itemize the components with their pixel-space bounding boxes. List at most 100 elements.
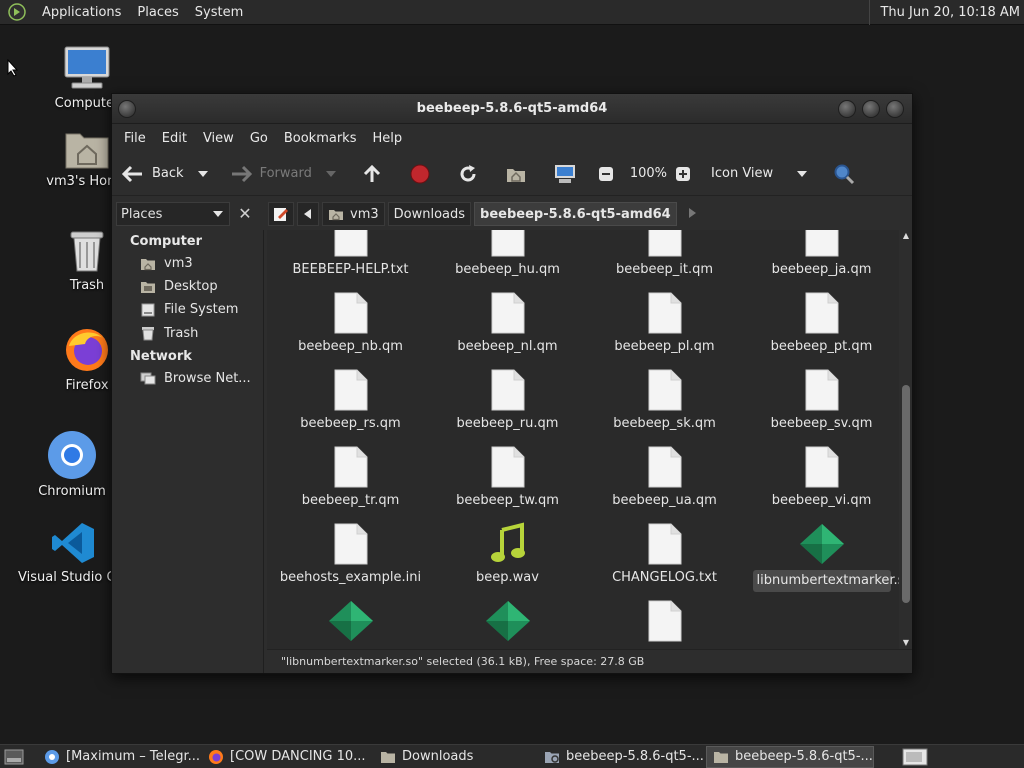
menu-edit[interactable]: Edit xyxy=(154,131,195,146)
places-dropdown[interactable]: Places xyxy=(116,202,230,226)
menu-view[interactable]: View xyxy=(195,131,242,146)
window-menu-button[interactable] xyxy=(118,100,136,118)
file-name: beebeep_ru.qm xyxy=(456,416,559,431)
sidebar-item-desktop[interactable]: Desktop xyxy=(140,279,218,294)
document-icon xyxy=(648,230,681,257)
back-history-dropdown[interactable] xyxy=(190,156,224,192)
breadcrumb-vm3[interactable]: vm3 xyxy=(322,202,385,226)
close-sidebar-button[interactable]: ✕ xyxy=(234,203,256,225)
sidebar-item-file-system[interactable]: File System xyxy=(140,302,238,317)
taskbar-item-downloads[interactable]: Downloads xyxy=(374,746,534,768)
close-button[interactable] xyxy=(886,100,904,118)
file-item[interactable]: beebeep_nl.qm xyxy=(429,291,586,354)
file-item[interactable]: libnumbertextmarker.so xyxy=(743,522,899,592)
file-item[interactable]: beebeep_ja.qm xyxy=(743,230,899,277)
file-name: beebeep_tw.qm xyxy=(456,493,559,508)
document-icon xyxy=(805,292,838,334)
top-panel: Applications Places System Thu Jun 20, 1… xyxy=(0,0,1024,25)
forward-history-dropdown[interactable] xyxy=(318,156,352,192)
taskbar-item-telegram[interactable]: [Maximum – Telegr... xyxy=(38,746,200,768)
sidebar-item-trash[interactable]: Trash xyxy=(140,325,198,341)
back-button[interactable]: Back xyxy=(116,156,190,192)
zoom-level[interactable]: 100% xyxy=(626,156,671,192)
forward-button[interactable]: Forward xyxy=(224,156,318,192)
scrollbar-thumb[interactable] xyxy=(902,385,910,603)
taskbar-item-firefox[interactable]: [COW DANCING 10... xyxy=(202,746,370,768)
file-name: beebeep_it.qm xyxy=(615,262,713,277)
menu-help[interactable]: Help xyxy=(364,131,410,146)
menu-bookmarks[interactable]: Bookmarks xyxy=(276,131,365,146)
file-item[interactable]: beebeep_rs.qm xyxy=(272,368,429,431)
breadcrumb-current-folder[interactable]: beebeep-5.8.6-qt5-amd64 xyxy=(474,202,677,226)
taskbar-item-beebeep-1[interactable]: beebeep-5.8.6-qt5-... xyxy=(538,746,704,768)
menubar: File Edit View Go Bookmarks Help xyxy=(112,124,912,152)
scroll-down-arrow[interactable]: ▼ xyxy=(900,637,912,649)
file-item[interactable]: beebeep_pl.qm xyxy=(586,291,743,354)
minimize-button[interactable] xyxy=(838,100,856,118)
menu-file[interactable]: File xyxy=(116,131,154,146)
sidebar-item-vm3[interactable]: vm3 xyxy=(140,256,193,271)
search-button[interactable] xyxy=(823,156,873,192)
file-item[interactable]: beebeep_sk.qm xyxy=(586,368,743,431)
document-icon xyxy=(491,292,524,334)
computer-button[interactable] xyxy=(544,156,594,192)
menu-go[interactable]: Go xyxy=(242,131,276,146)
clock[interactable]: Thu Jun 20, 10:18 AM xyxy=(869,0,1020,25)
shared-library-icon xyxy=(799,524,844,564)
file-item[interactable]: beebeep_ru.qm xyxy=(429,368,586,431)
applications-menu[interactable]: Applications xyxy=(34,5,129,20)
vertical-scrollbar[interactable]: ▲ ▼ xyxy=(900,230,912,649)
file-icon-view[interactable]: BEEBEEP-HELP.txt beebeep_hu.qm beebeep_it.… xyxy=(267,230,899,649)
home-icon xyxy=(506,168,525,182)
stop-icon xyxy=(410,164,430,183)
file-name: beebeep_hu.qm xyxy=(455,262,560,277)
show-desktop-button[interactable] xyxy=(0,746,34,768)
places-menu[interactable]: Places xyxy=(129,5,186,20)
file-item[interactable]: beebeep_pt.qm xyxy=(743,291,899,354)
zoom-in-button[interactable] xyxy=(671,156,703,192)
file-name: beebeep_pt.qm xyxy=(770,339,873,354)
file-item[interactable]: beebeep_hu.qm xyxy=(429,230,586,277)
breadcrumb-forward-arrow[interactable] xyxy=(680,207,704,222)
file-item[interactable]: beebeep_ua.qm xyxy=(586,445,743,508)
file-item[interactable] xyxy=(272,599,429,647)
taskbar-item-beebeep-2[interactable]: beebeep-5.8.6-qt5-... xyxy=(706,745,874,768)
workspace-switcher[interactable] xyxy=(898,746,938,768)
mate-logo-icon[interactable] xyxy=(8,3,26,21)
scroll-up-arrow[interactable]: ▲ xyxy=(900,230,912,242)
up-button[interactable] xyxy=(352,156,400,192)
system-menu[interactable]: System xyxy=(187,5,251,20)
zoom-out-button[interactable] xyxy=(594,156,626,192)
file-item[interactable]: beebeep_it.qm xyxy=(586,230,743,277)
file-item[interactable] xyxy=(586,599,743,647)
file-item[interactable]: CHANGELOG.txt xyxy=(586,522,743,585)
file-item[interactable]: beehosts_example.ini xyxy=(272,522,429,585)
file-item[interactable]: beebeep_tw.qm xyxy=(429,445,586,508)
file-item[interactable]: BEEBEEP-HELP.txt xyxy=(272,230,429,277)
chevron-left-icon xyxy=(304,209,311,219)
desktop-icon-chromium[interactable]: Chromium xyxy=(27,430,117,499)
file-item[interactable]: beebeep_tr.qm xyxy=(272,445,429,508)
file-item[interactable] xyxy=(429,599,586,647)
home-button[interactable] xyxy=(496,156,544,192)
file-manager-window[interactable]: beebeep-5.8.6-qt5-amd64 File Edit View G… xyxy=(111,93,913,674)
file-item[interactable]: beebeep_vi.qm xyxy=(743,445,899,508)
toggle-location-button[interactable] xyxy=(268,202,294,226)
window-titlebar[interactable]: beebeep-5.8.6-qt5-amd64 xyxy=(112,94,912,124)
reload-button[interactable] xyxy=(448,156,496,192)
breadcrumb-downloads[interactable]: Downloads xyxy=(387,202,472,226)
document-icon xyxy=(805,369,838,411)
file-item[interactable]: beep.wav xyxy=(429,522,586,585)
desktop-icon-label: Chromium xyxy=(38,484,106,499)
view-mode-select[interactable]: Icon View xyxy=(703,156,823,192)
status-bar: "libnumbertextmarker.so" selected (36.1 … xyxy=(267,649,912,673)
breadcrumb-back-arrow[interactable] xyxy=(297,202,319,226)
sidebar-item-browse-network[interactable]: Browse Net... xyxy=(140,371,251,386)
maximize-button[interactable] xyxy=(862,100,880,118)
stop-button[interactable] xyxy=(400,156,448,192)
reload-icon xyxy=(460,164,476,181)
file-item[interactable]: beebeep_nb.qm xyxy=(272,291,429,354)
document-icon xyxy=(334,230,367,257)
file-item[interactable]: beebeep_sv.qm xyxy=(743,368,899,431)
desktop-folder-icon xyxy=(141,281,155,293)
